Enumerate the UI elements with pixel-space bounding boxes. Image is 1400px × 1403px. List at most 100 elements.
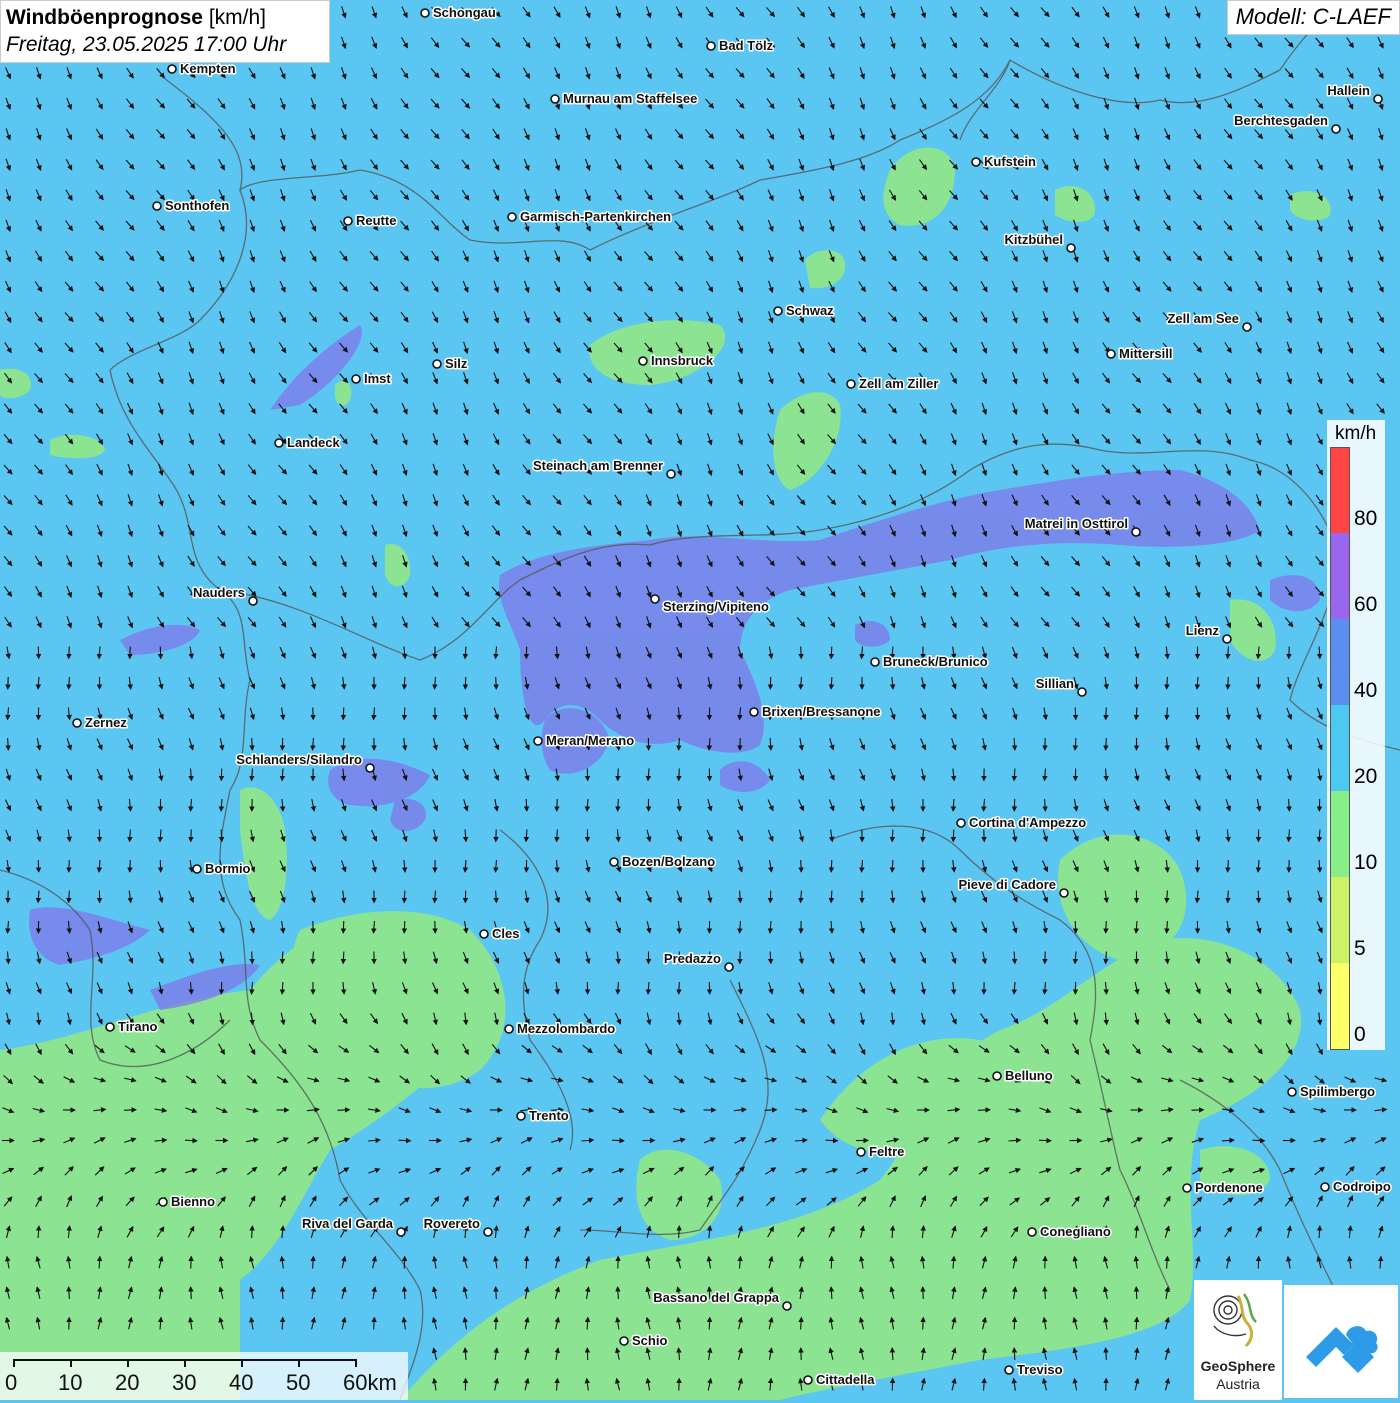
city-dot-icon[interactable] [1374, 95, 1382, 103]
city-dot-icon[interactable] [1107, 350, 1115, 358]
scale-label: 30 [172, 1370, 196, 1396]
city-label: Zell am See [1167, 311, 1239, 326]
city-dot-icon[interactable] [517, 1112, 525, 1120]
city-dot-icon[interactable] [1183, 1184, 1191, 1192]
city-dot-icon[interactable] [534, 737, 542, 745]
city-dot-icon[interactable] [73, 719, 81, 727]
wind-arrow [282, 952, 283, 964]
city-dot-icon[interactable] [484, 1228, 492, 1236]
city-dot-icon[interactable] [783, 1302, 791, 1310]
wind-arrow [221, 830, 222, 842]
city-dot-icon[interactable] [1067, 244, 1075, 252]
city-dot-icon[interactable] [857, 1148, 865, 1156]
city-dot-icon[interactable] [168, 65, 176, 73]
city-dot-icon[interactable] [505, 1025, 513, 1033]
wind-arrow [679, 982, 680, 994]
city-dot-icon[interactable] [1060, 889, 1068, 897]
city-dot-icon[interactable] [1321, 1183, 1329, 1191]
weather-app-logo[interactable] [1284, 1285, 1398, 1398]
city-dot-icon[interactable] [480, 930, 488, 938]
city-label: Tirano [118, 1019, 158, 1034]
city-dot-icon[interactable] [667, 470, 675, 478]
city-dot-icon[interactable] [508, 213, 516, 221]
wind-arrow [191, 830, 192, 842]
wind-arrow [801, 860, 802, 872]
wind-arrow [1253, 1140, 1265, 1141]
city-label: Schio [632, 1333, 667, 1348]
city-dot-icon[interactable] [804, 1376, 812, 1384]
wind-arrow [923, 1287, 924, 1299]
city-dot-icon[interactable] [750, 708, 758, 716]
city-dot-icon[interactable] [1243, 323, 1251, 331]
legend-swatch-0 [1331, 963, 1349, 1049]
city-dot-icon[interactable] [551, 95, 559, 103]
city-label: Mittersill [1119, 346, 1172, 361]
city-dot-icon[interactable] [972, 158, 980, 166]
scale-tick [298, 1359, 300, 1367]
city-dot-icon[interactable] [871, 658, 879, 666]
wind-arrow [1228, 891, 1229, 903]
wind-arrow [124, 1110, 136, 1111]
wind-arrow [69, 860, 70, 872]
scale-label: 40 [229, 1370, 253, 1396]
wind-arrow [765, 1110, 777, 1111]
city-dot-icon[interactable] [153, 202, 161, 210]
city-label: Matrei in Osttirol [1025, 516, 1128, 531]
wind-arrow [338, 1110, 350, 1111]
city-dot-icon[interactable] [1332, 125, 1340, 133]
city-dot-icon[interactable] [774, 307, 782, 315]
city-dot-icon[interactable] [1132, 528, 1140, 536]
city-dot-icon[interactable] [249, 597, 257, 605]
city-dot-icon[interactable] [433, 360, 441, 368]
city-label: Pordenone [1195, 1180, 1263, 1195]
city-label: Garmisch-Partenkirchen [520, 209, 671, 224]
wind-arrow [953, 830, 954, 842]
city-dot-icon[interactable] [993, 1072, 1001, 1080]
city-dot-icon[interactable] [352, 375, 360, 383]
wind-arrow [978, 1110, 990, 1111]
city-dot-icon[interactable] [106, 1023, 114, 1031]
city-dot-icon[interactable] [957, 819, 965, 827]
city-dot-icon[interactable] [639, 357, 647, 365]
scale-label: 50 [286, 1370, 310, 1396]
scale-tick [127, 1359, 129, 1367]
city-label: Zell am Ziller [859, 376, 938, 391]
city-dot-icon[interactable] [275, 439, 283, 447]
city-label: Rovereto [424, 1216, 480, 1231]
city-dot-icon[interactable] [1005, 1366, 1013, 1374]
city-label: Mezzolombardo [517, 1021, 615, 1036]
city-dot-icon[interactable] [707, 42, 715, 50]
legend-swatch-80 [1331, 448, 1349, 533]
city-dot-icon[interactable] [1288, 1088, 1296, 1096]
city-dot-icon[interactable] [1223, 635, 1231, 643]
city-dot-icon[interactable] [620, 1337, 628, 1345]
legend-swatch-5 [1331, 877, 1349, 963]
wind-gust-map[interactable]: SchongauBad TölzKemptenMurnau am Staffel… [0, 0, 1400, 1400]
legend-tick-label: 20 [1354, 765, 1377, 789]
wind-arrow [831, 860, 832, 872]
city-label: Meran/Merano [546, 733, 634, 748]
city-dot-icon[interactable] [366, 764, 374, 772]
wind-arrow [1258, 891, 1259, 903]
city-dot-icon[interactable] [344, 217, 352, 225]
city-label: Bormio [205, 861, 251, 876]
city-label: Bad Tölz [719, 38, 774, 53]
city-dot-icon[interactable] [193, 865, 201, 873]
city-dot-icon[interactable] [1028, 1228, 1036, 1236]
city-dot-icon[interactable] [159, 1198, 167, 1206]
city-dot-icon[interactable] [397, 1228, 405, 1236]
city-dot-icon[interactable] [847, 380, 855, 388]
legend-swatch-60 [1331, 533, 1349, 619]
wind-arrow [252, 738, 253, 750]
legend-tick-label: 60 [1354, 593, 1377, 617]
scale-tick [13, 1359, 15, 1367]
city-label: Bruneck/Brunico [883, 654, 988, 669]
geosphere-logo[interactable]: GeoSphere Austria [1194, 1280, 1282, 1400]
scale-label: 60km [343, 1370, 397, 1396]
city-dot-icon[interactable] [610, 858, 618, 866]
city-label: Spilimbergo [1300, 1084, 1375, 1099]
city-dot-icon[interactable] [725, 963, 733, 971]
city-dot-icon[interactable] [1078, 688, 1086, 696]
city-dot-icon[interactable] [651, 595, 659, 603]
city-dot-icon[interactable] [421, 9, 429, 17]
